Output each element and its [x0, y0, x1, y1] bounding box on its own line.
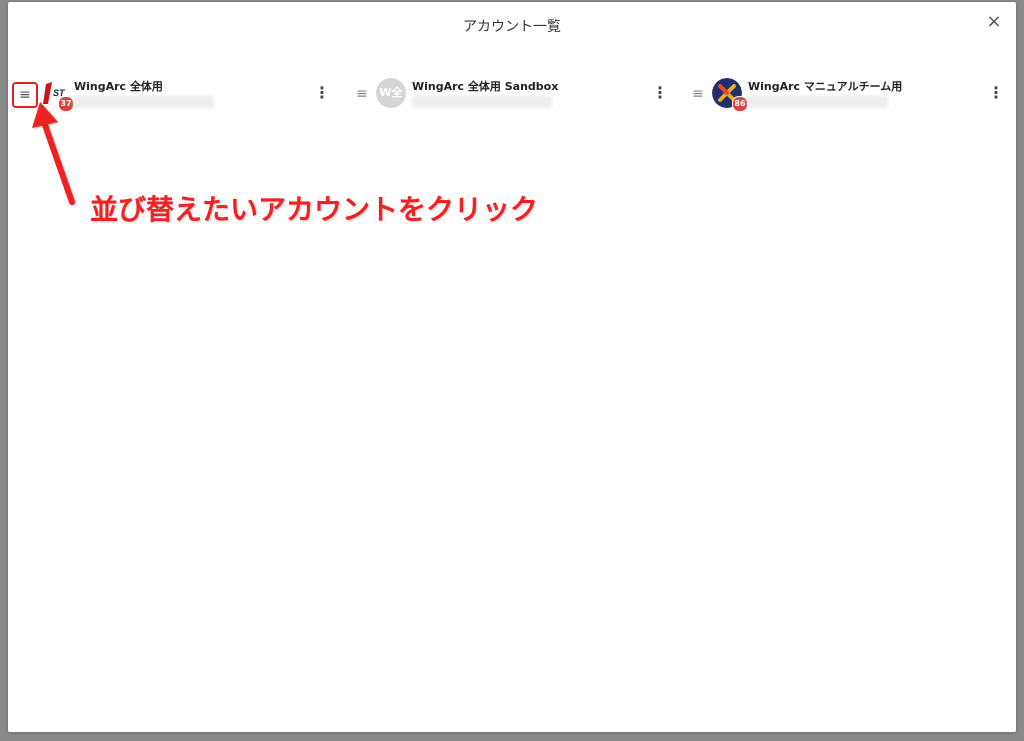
- annotation-arrow-icon: [32, 102, 75, 205]
- account-email-redacted: [74, 96, 214, 108]
- close-button[interactable]: ×: [982, 10, 1006, 34]
- avatar: W全: [376, 78, 406, 108]
- account-list: ≡ ST 37 WingArc 全体用 ⋮ ≡ W全 WingArc 全体用 S…: [8, 74, 1016, 118]
- account-list-dialog: アカウント一覧 × ≡ ST 37 WingArc 全体用 ⋮ ≡ W全 Win…: [8, 2, 1016, 732]
- notification-badge: 86: [732, 96, 748, 112]
- more-options-icon[interactable]: ⋮: [988, 82, 1004, 104]
- account-email-redacted: [748, 96, 888, 108]
- dialog-title: アカウント一覧: [463, 19, 561, 35]
- w-initial-icon: W全: [376, 78, 406, 108]
- account-item[interactable]: ≡ W全 WingArc 全体用 Sandbox ⋮: [348, 74, 668, 114]
- account-email-redacted: [412, 96, 552, 108]
- more-options-icon[interactable]: ⋮: [652, 82, 668, 104]
- drag-handle-icon[interactable]: ≡: [688, 84, 708, 104]
- more-options-icon[interactable]: ⋮: [314, 82, 330, 104]
- account-name: WingArc 全体用: [74, 80, 163, 93]
- account-name: WingArc マニュアルチーム用: [748, 80, 903, 93]
- avatar: 86: [712, 78, 748, 112]
- account-item[interactable]: ≡ 86 WingArc マニュアルチーム用 ⋮: [684, 74, 1004, 114]
- account-name: WingArc 全体用 Sandbox: [412, 80, 559, 93]
- drag-handle-icon[interactable]: ≡: [352, 84, 372, 104]
- avatar-initials: W全: [379, 86, 403, 99]
- annotation-text: 並び替えたいアカウントをクリック: [90, 193, 539, 226]
